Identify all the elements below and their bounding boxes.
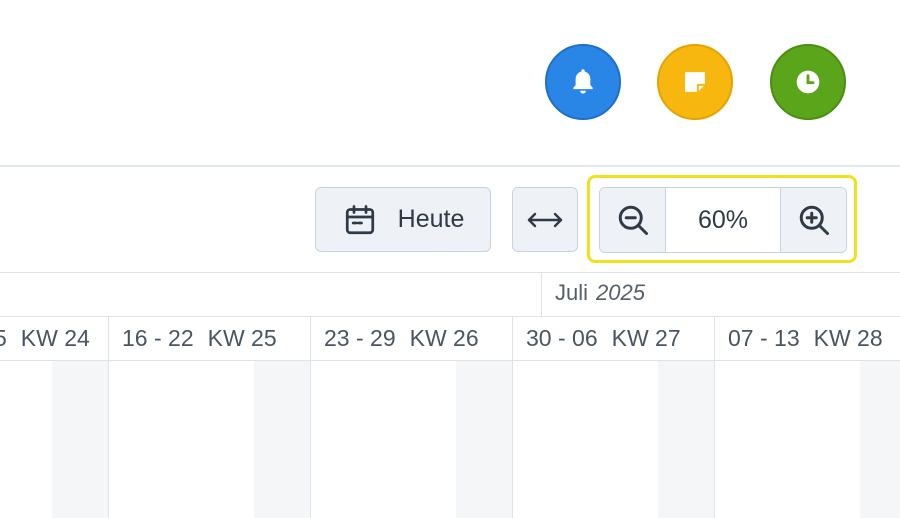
clock-icon	[796, 70, 820, 94]
week-header: 23 - 29 KW 26	[324, 317, 512, 360]
notifications-button[interactable]	[545, 44, 621, 120]
toolbar-divider	[0, 165, 900, 167]
week-date-range: 5	[0, 325, 7, 351]
month-name: Juli	[555, 280, 589, 305]
zoom-in-button[interactable]	[780, 188, 846, 252]
month-separator	[541, 273, 542, 316]
weekend-column	[52, 361, 108, 518]
month-label: Juli 2025	[555, 280, 645, 306]
week-header: 07 - 13 KW 28	[728, 317, 900, 360]
week-header: 16 - 22 KW 25	[122, 317, 310, 360]
bell-icon	[573, 69, 593, 94]
week-date-range: 16 - 22	[122, 325, 194, 351]
zoom-level: 60%	[666, 188, 780, 252]
week-separator	[310, 317, 311, 518]
week-separator	[714, 317, 715, 518]
today-button[interactable]: Heute	[315, 187, 491, 252]
weekend-column	[658, 361, 714, 518]
week-number: KW 25	[207, 325, 277, 351]
week-number: KW 27	[611, 325, 681, 351]
zoom-out-button[interactable]	[600, 188, 666, 252]
zoom-control: 60%	[599, 187, 847, 253]
time-tracking-button[interactable]	[770, 44, 846, 120]
zoom-in-icon	[799, 205, 829, 235]
notes-button[interactable]	[657, 44, 733, 120]
weekend-column	[456, 361, 512, 518]
week-separator	[108, 317, 109, 518]
timeline-header-top-border	[0, 272, 900, 273]
timeline-header-bottom-border	[0, 360, 900, 361]
week-header: 5 KW 24	[0, 317, 108, 360]
week-number: KW 28	[813, 325, 883, 351]
week-date-range: 07 - 13	[728, 325, 800, 351]
week-date-range: 30 - 06	[526, 325, 598, 351]
horizontal-arrows-icon	[527, 212, 563, 227]
zoom-out-icon	[618, 205, 648, 235]
week-separator	[512, 317, 513, 518]
today-button-label: Heute	[397, 205, 465, 233]
week-header: 30 - 06 KW 27	[526, 317, 714, 360]
fit-to-width-button[interactable]	[512, 187, 578, 252]
week-number: KW 26	[409, 325, 479, 351]
weekend-column	[254, 361, 310, 518]
sticky-note-icon	[685, 72, 705, 92]
weekend-column	[860, 361, 900, 518]
calendar-icon	[345, 204, 374, 234]
week-date-range: 23 - 29	[324, 325, 396, 351]
week-number: KW 24	[20, 325, 90, 351]
month-year: 2025	[596, 280, 645, 305]
